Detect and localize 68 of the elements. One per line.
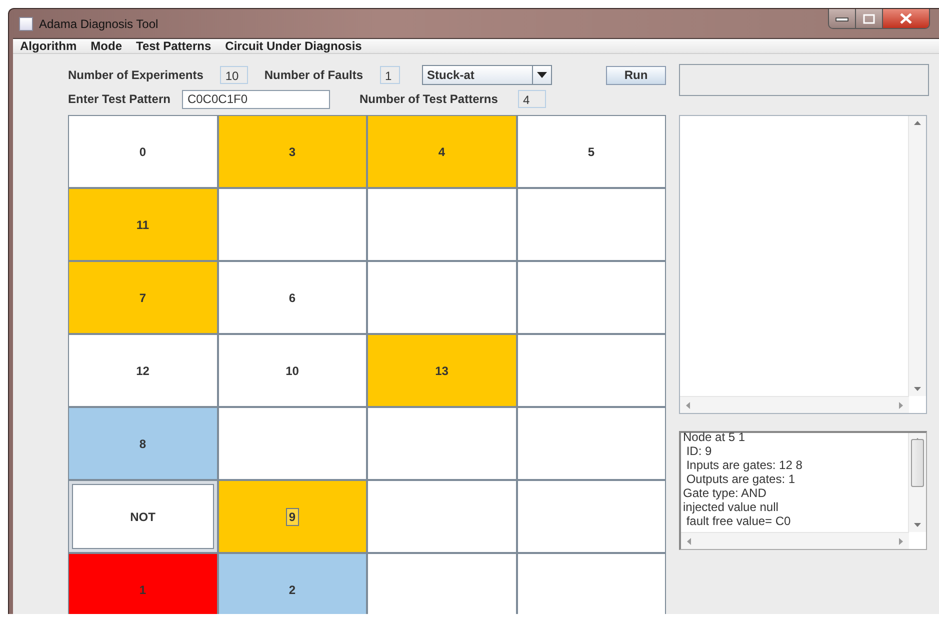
close-icon	[899, 13, 913, 24]
maximize-icon	[863, 14, 875, 24]
grid-cell[interactable]	[368, 262, 516, 333]
grid-cell[interactable]: 5	[518, 116, 665, 187]
grid-cell[interactable]	[518, 481, 665, 552]
scroll-right-icon[interactable]	[899, 538, 903, 544]
vertical-scrollbar[interactable]	[908, 116, 926, 396]
faults-field: 1	[380, 66, 400, 84]
grid-cell[interactable]: 11	[69, 189, 216, 260]
grid-cell[interactable]	[518, 335, 665, 406]
vertical-scrollbar[interactable]	[908, 433, 926, 532]
grid-cell[interactable]	[368, 554, 516, 614]
scroll-left-icon[interactable]	[686, 402, 690, 408]
text-line: Outputs are gates: 1	[685, 472, 796, 486]
minimize-button[interactable]	[829, 9, 856, 28]
grid-cell[interactable]	[368, 481, 516, 552]
experiments-field: 10	[220, 66, 248, 84]
app-icon	[19, 16, 33, 30]
maximize-button[interactable]	[856, 9, 883, 28]
scroll-thumb[interactable]	[911, 438, 924, 486]
patterns-count-field: 4	[518, 90, 546, 108]
scroll-up-icon[interactable]	[914, 121, 921, 125]
grid-cell[interactable]: 7	[69, 262, 216, 333]
scroll-down-icon[interactable]	[914, 523, 921, 527]
grid-cell[interactable]: 2	[218, 554, 366, 614]
run-button[interactable]: Run	[606, 66, 666, 84]
text-line: Gate type: AND	[683, 486, 766, 500]
grid-cell[interactable]: 8	[69, 408, 216, 479]
window-title: Adama Diagnosis Tool	[39, 16, 158, 30]
menu-item[interactable]: Circuit Under Diagnosis	[223, 39, 364, 53]
horizontal-scrollbar[interactable]	[680, 396, 909, 413]
grid-cell[interactable]	[218, 189, 366, 260]
grid-cell[interactable]: 9	[218, 481, 366, 552]
menu-item[interactable]: Test Patterns	[134, 39, 214, 53]
grid-cell[interactable]: 0	[69, 116, 216, 187]
grid-cell[interactable]: NOT	[69, 481, 216, 552]
field-label: Number of Faults	[264, 68, 364, 82]
text-line: ID: 9	[685, 444, 712, 458]
grid-cell[interactable]	[368, 408, 516, 479]
grid-cell[interactable]: 13	[368, 335, 516, 406]
field-label: Enter Test Pattern	[68, 92, 170, 106]
grid-cell[interactable]: 10	[218, 335, 366, 406]
grid-cell[interactable]	[518, 189, 665, 260]
grid-cell[interactable]	[518, 554, 665, 614]
scroll-right-icon[interactable]	[899, 402, 903, 408]
grid-cell[interactable]: 6	[218, 262, 366, 333]
horizontal-scrollbar[interactable]	[681, 532, 909, 549]
grid-cell[interactable]	[218, 408, 366, 479]
scroll-down-icon[interactable]	[914, 387, 921, 391]
grid-cell[interactable]: 12	[69, 335, 216, 406]
field-label: Number of Experiments	[68, 68, 204, 82]
grid-cell[interactable]: 4	[368, 116, 516, 187]
close-button[interactable]	[883, 9, 929, 28]
grid-cell[interactable]	[518, 262, 665, 333]
field-label: Number of Test Patterns	[359, 92, 498, 106]
menu-item[interactable]: Algorithm	[18, 39, 79, 53]
menu-item[interactable]: Mode	[88, 39, 124, 53]
text-line: Inputs are gates: 12 8	[685, 458, 802, 472]
minimize-icon	[835, 16, 849, 22]
text-line: Node at 5 1	[683, 430, 746, 444]
text-line: injected value null	[683, 500, 778, 514]
test-pattern-field[interactable]: C0C0C1F0	[182, 90, 330, 108]
scroll-left-icon[interactable]	[687, 538, 691, 544]
grid-cell[interactable]	[368, 189, 516, 260]
text-line: fault free value= C0	[685, 514, 791, 528]
grid-cell[interactable]: 3	[218, 116, 366, 187]
fault-model-dropdown[interactable]: Stuck-at	[422, 65, 552, 85]
grid-cell[interactable]	[518, 408, 665, 479]
